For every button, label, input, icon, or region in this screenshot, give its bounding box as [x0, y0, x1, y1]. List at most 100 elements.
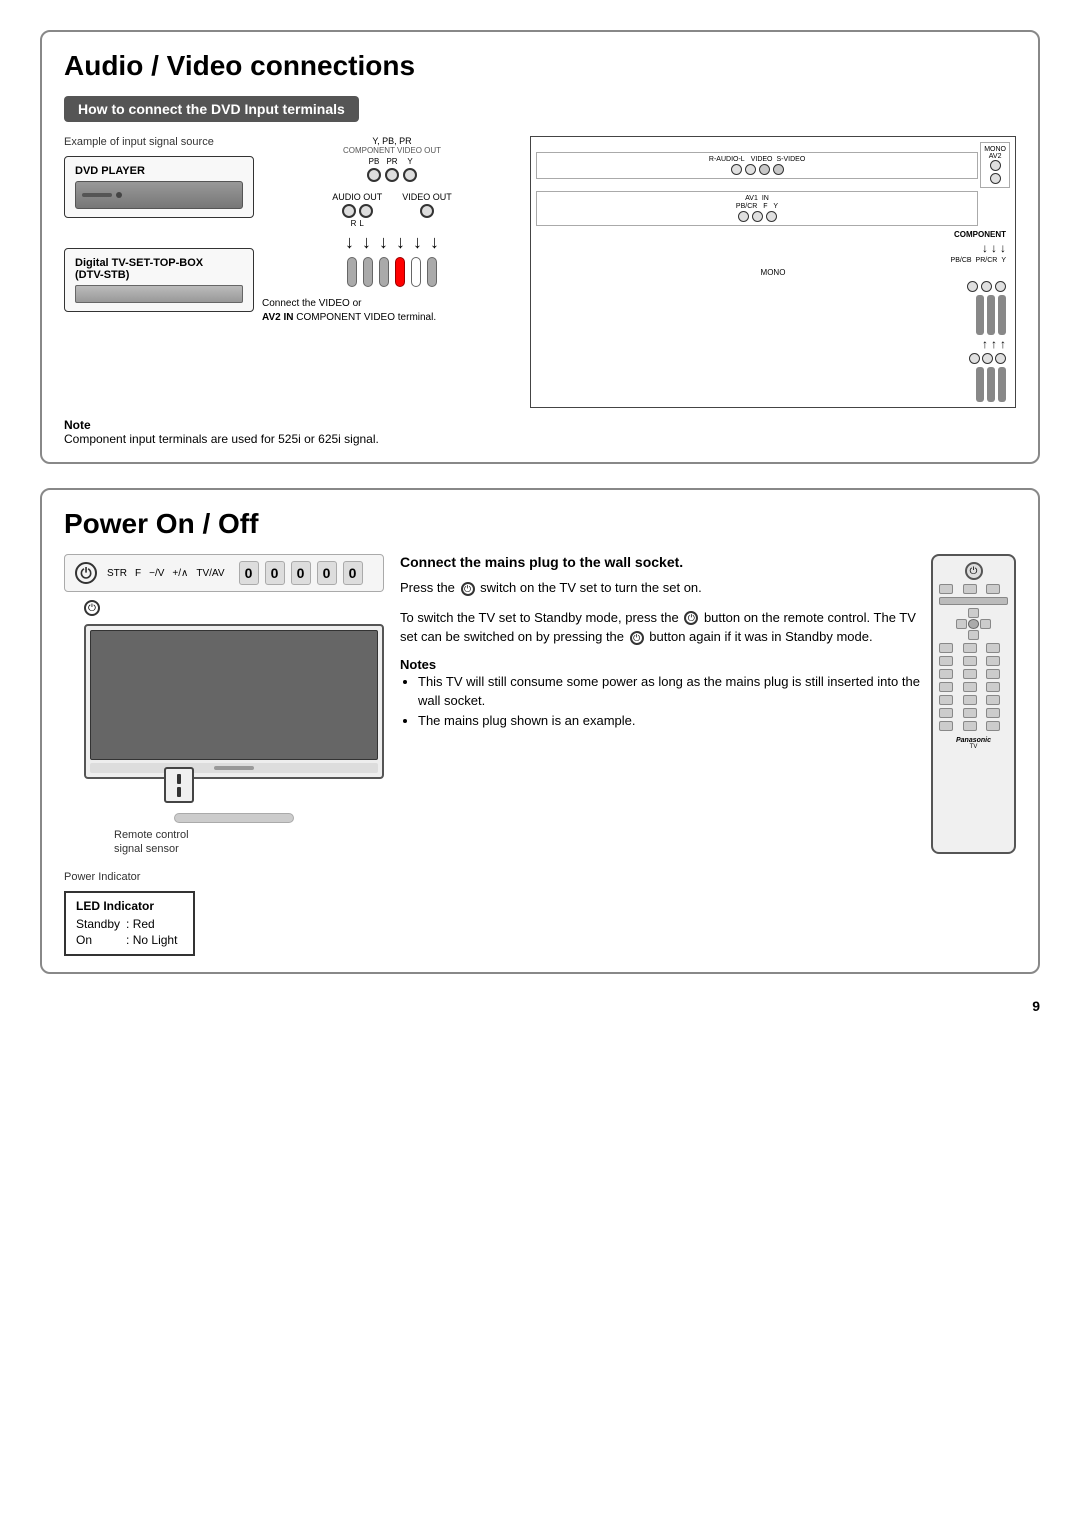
remote-num-1-3	[939, 669, 1008, 679]
connect-header-text: Connect the mains plug to the wall socke…	[400, 554, 683, 570]
num-9	[986, 695, 1000, 705]
remote-sensor-area: Remote control signal sensor	[114, 829, 384, 855]
audio-out-area: AUDIO OUT R L VIDEO OUT	[262, 192, 522, 228]
dtv-stb-body	[75, 285, 243, 303]
rca-tails	[536, 295, 1006, 335]
pr-connector	[385, 168, 399, 182]
nav-up	[968, 608, 979, 618]
note-text: Component input terminals are used for 5…	[64, 432, 379, 446]
bp-av2-2	[990, 173, 1001, 184]
dtv-stb-box: Digital TV-SET-TOP-BOX (DTV-STB)	[64, 248, 254, 312]
r-audio-l-label: R-AUDIO-L	[709, 156, 745, 163]
arrow2: ↓	[362, 232, 371, 253]
notes-section: Notes This TV will still consume some po…	[400, 657, 931, 731]
panel-row-top: R-AUDIO-L VIDEO S-VIDEO MONO	[536, 142, 1010, 188]
r-btn-6	[986, 643, 1000, 653]
notes-list: This TV will still consume some power as…	[400, 672, 931, 731]
rca-plugs	[262, 257, 522, 287]
dvd-player-box: DVD PLAYER	[64, 156, 254, 218]
y-pb-pr-label: Y, PB, PR	[262, 136, 522, 146]
remote-bar-btn	[939, 597, 1008, 605]
c-arrow-up1: ↑	[982, 337, 988, 351]
plug-prong1	[177, 774, 181, 784]
tv-stand-area: Remote control signal sensor	[84, 767, 384, 855]
num-2	[963, 669, 977, 679]
nav-bl	[956, 630, 967, 640]
rca1	[347, 257, 357, 287]
remote-control-text: Remote control	[114, 829, 384, 841]
av2-c2	[981, 281, 992, 292]
power-section-box: Power On / Off ⏻ STR F −/V +/∧ TV/AV	[40, 488, 1040, 974]
bp-c4	[773, 164, 784, 175]
panel-section-1: R-AUDIO-L VIDEO S-VIDEO	[536, 152, 978, 179]
nav-tr	[980, 608, 991, 618]
signal-sensor-text: signal sensor	[114, 843, 384, 855]
switch-text: switch on the TV set to turn the set on.	[480, 580, 702, 595]
tv-back-panel: R-AUDIO-L VIDEO S-VIDEO MONO	[530, 136, 1016, 408]
rca4	[395, 257, 405, 287]
num-5	[963, 682, 977, 692]
bp-av1-1	[738, 211, 749, 222]
bp-av1-3	[766, 211, 777, 222]
c-arrow3: ↓	[1000, 241, 1006, 255]
video-out-label-area: VIDEO OUT	[402, 192, 452, 228]
tail3	[998, 295, 1006, 335]
y-comp-label: Y	[1001, 257, 1006, 264]
plug-prong2	[177, 787, 181, 797]
av2-label: AV2	[984, 153, 1006, 160]
arrow1: ↓	[345, 232, 354, 253]
power-right-col: Connect the mains plug to the wall socke…	[400, 554, 931, 956]
audio-out-label: AUDIO OUT R L	[332, 192, 382, 228]
power-icon-inline: ⏻	[461, 582, 475, 596]
r-btn-2	[963, 584, 977, 594]
led-title: LED Indicator	[76, 899, 183, 913]
channel-buttons: 0 0 0 0 0	[239, 561, 363, 585]
av1-labels: AV1 IN	[540, 195, 974, 202]
nav-left	[956, 619, 967, 629]
tv-av-label: TV/AV	[196, 568, 224, 579]
video-label: VIDEO	[751, 156, 773, 163]
panel-row-mid: AV1 IN PB/CR F Y	[536, 191, 1010, 226]
pb-col: PB	[367, 157, 381, 186]
nav-right	[980, 619, 991, 629]
dtv-stb-label: Digital TV-SET-TOP-BOX	[75, 257, 243, 269]
num-3	[986, 669, 1000, 679]
tv-screen	[90, 630, 378, 760]
comp-c1	[969, 353, 980, 364]
led-standby-value: : Red	[126, 916, 183, 932]
led-standby-label: Standby	[76, 916, 126, 932]
tv-remote-sublabel: TV	[939, 744, 1008, 750]
num-4	[939, 682, 953, 692]
dtv-stb-sub: (DTV-STB)	[75, 269, 243, 281]
c-arrow-up3: ↑	[1000, 337, 1006, 351]
pb-cb-label: PB/CB	[951, 257, 972, 264]
remote-grid-1	[939, 584, 1008, 594]
nav-down	[968, 630, 979, 640]
str-label: STR	[107, 568, 127, 579]
r-extra-2	[963, 708, 977, 718]
r-extra-1	[939, 708, 953, 718]
component-conn-labels: PB/CB PR/CR Y	[536, 257, 1006, 264]
arrow6: ↓	[430, 232, 439, 253]
tv-base-bar	[174, 813, 294, 823]
comp-c3	[995, 353, 1006, 364]
remote-av-area	[939, 597, 1008, 605]
remote-bar: ⏻ STR F −/V +/∧ TV/AV 0 0 0 0 0	[64, 554, 384, 592]
video-out-label: VIDEO OUT	[402, 192, 452, 202]
power-symbol-small: ⏻	[84, 600, 100, 616]
pr-col: PR	[385, 157, 399, 186]
ch-btn-3: 0	[291, 561, 311, 585]
arrows-down: ↓ ↓ ↓ ↓ ↓ ↓	[262, 232, 522, 253]
l-connector	[359, 204, 373, 218]
video-out-connector	[420, 204, 434, 218]
s-video-label: S-VIDEO	[777, 156, 806, 163]
connect-header: Connect the mains plug to the wall socke…	[400, 554, 931, 570]
r-btn-7	[939, 656, 953, 666]
br2	[987, 367, 995, 402]
r-btn-8	[963, 656, 977, 666]
right-panel-area: R-AUDIO-L VIDEO S-VIDEO MONO	[530, 136, 1016, 408]
y-label: Y	[403, 157, 417, 166]
ch-btn-2: 0	[265, 561, 285, 585]
ch-btn-1: 0	[239, 561, 259, 585]
f-label: F	[135, 568, 141, 579]
